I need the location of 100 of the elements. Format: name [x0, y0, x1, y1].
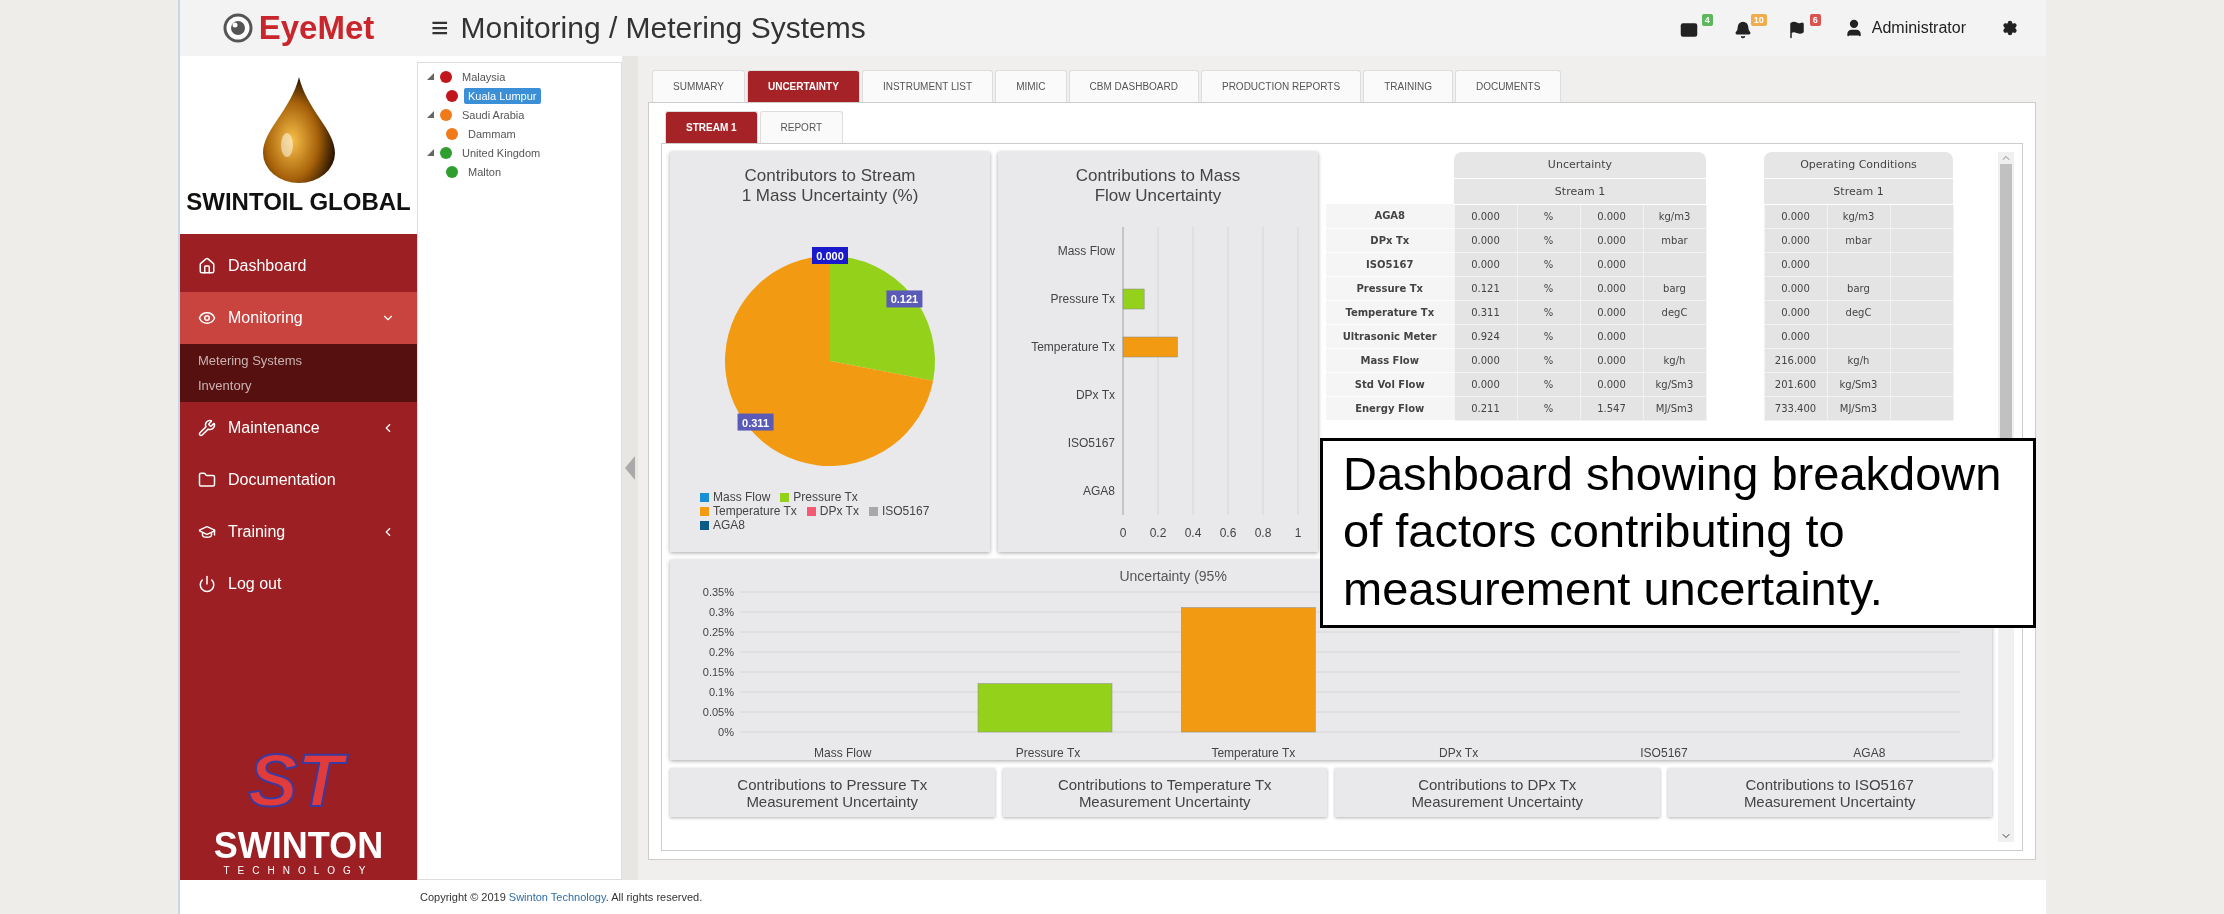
company-tagline: TECHNOLOGY: [223, 865, 374, 876]
data-label: 0.311: [742, 416, 770, 429]
flag-icon: [1787, 21, 1806, 39]
expanded-triangle-icon[interactable]: [426, 111, 434, 118]
tab[interactable]: SUMMARY: [652, 70, 745, 102]
table-cell: 0.924: [1454, 324, 1517, 348]
row-header: Std Vol Flow: [1326, 372, 1454, 396]
submenu-item[interactable]: Metering Systems: [180, 348, 417, 373]
category-label: ISO5167: [1067, 436, 1115, 451]
chart-title: Uncertainty (95%: [1118, 568, 1228, 584]
expanded-triangle-icon[interactable]: [426, 149, 434, 156]
app-logo: EyeMet: [258, 9, 375, 47]
nav-item[interactable]: Monitoring: [180, 292, 417, 344]
category-label: DPx Tx: [1438, 746, 1480, 760]
category-label: ISO5167: [1639, 746, 1689, 760]
expanded-triangle-icon[interactable]: [426, 73, 434, 80]
legend-label[interactable]: ISO5167: [881, 504, 930, 518]
legend-label[interactable]: Temperature Tx: [713, 504, 797, 518]
table-cell: 0.000: [1454, 252, 1517, 276]
tab[interactable]: TRAINING: [1363, 70, 1453, 102]
company-link[interactable]: Swinton Technology: [508, 891, 606, 903]
tick-label: 0.2%: [708, 646, 734, 658]
wrench-icon: [198, 419, 216, 437]
table-cell: 0.000: [1764, 324, 1827, 348]
nav-item[interactable]: Maintenance: [180, 402, 417, 454]
table-cell: 0.000: [1764, 252, 1827, 276]
company-name: SWINTON: [213, 827, 384, 865]
tick-label: 0.1%: [708, 686, 734, 698]
table-cell: 0.000: [1454, 204, 1517, 228]
category-label: AGA8: [1083, 484, 1115, 499]
row-header: Ultrasonic Meter: [1326, 324, 1454, 348]
tab[interactable]: UNCERTAINTY: [746, 70, 860, 102]
tree-node[interactable]: Dammam: [464, 125, 520, 142]
company-logo-mark: ST: [238, 737, 359, 828]
table-cell: 0.000: [1764, 204, 1827, 228]
tick-label: 0: [1119, 526, 1127, 541]
row-header: DPx Tx: [1326, 228, 1454, 252]
settings-button[interactable]: [2000, 18, 2020, 38]
nav-item[interactable]: Log out: [180, 558, 417, 610]
tab[interactable]: INSTRUMENT LIST: [861, 70, 994, 102]
chart-title: Contributors to Stream 1 Mass Uncertainty (%): [740, 166, 920, 206]
tree-node[interactable]: Saudi Arabia: [458, 106, 529, 123]
category-label: Temperature Tx: [1210, 746, 1297, 760]
tab[interactable]: PRODUCTION REPORTS: [1200, 70, 1362, 102]
tree-node[interactable]: Malton: [464, 163, 506, 180]
count-badge: 6: [1809, 14, 1821, 26]
tree-node[interactable]: United Kingdom: [458, 144, 545, 161]
count-badge: 4: [1701, 14, 1713, 26]
tick-label: 1: [1294, 526, 1302, 541]
row-header: Mass Flow: [1326, 348, 1454, 372]
annotation-tooltip: Dashboard showing breakdown of factors contributing to measurement uncertainty.: [1320, 438, 2036, 628]
legend-label[interactable]: Pressure Tx: [793, 490, 858, 504]
power-icon: [198, 575, 216, 593]
row-header: Pressure Tx: [1326, 276, 1454, 300]
nav-item[interactable]: Training: [180, 506, 417, 558]
menu-toggle[interactable]: ≡: [431, 11, 449, 45]
tab[interactable]: REPORT: [759, 111, 844, 143]
table-cell: 0.311: [1454, 300, 1517, 324]
category-label: DPx Tx: [1075, 388, 1115, 403]
legend-label[interactable]: Mass Flow: [713, 490, 771, 504]
tick-label: 0.4: [1184, 526, 1202, 541]
table-cell: 0.000: [1454, 228, 1517, 252]
table-cell: 216.000: [1764, 348, 1827, 372]
table-cell: 0.000: [1764, 300, 1827, 324]
legend-label[interactable]: DPx Tx: [819, 504, 859, 518]
table-cell: 0.000: [1764, 228, 1827, 252]
tab[interactable]: STREAM 1: [665, 111, 758, 143]
tree-node[interactable]: Malaysia: [458, 68, 510, 85]
row-header: Temperature Tx: [1326, 300, 1454, 324]
category-label: Mass Flow: [1057, 244, 1115, 259]
tab[interactable]: MIMIC: [995, 70, 1067, 102]
eye-logo-icon: [222, 13, 253, 43]
flag-button[interactable]: 6: [1783, 13, 1822, 43]
table-header: Operating Conditions: [1764, 152, 1953, 178]
bar: [1122, 288, 1145, 310]
page-title: Monitoring / Metering Systems: [460, 11, 867, 45]
nav-item[interactable]: Documentation: [180, 454, 417, 506]
row-header: AGA8: [1326, 204, 1454, 228]
table-cell: 201.600: [1764, 372, 1827, 396]
tab[interactable]: DOCUMENTS: [1454, 70, 1562, 102]
legend-label[interactable]: AGA8: [713, 518, 745, 532]
category-label: Pressure Tx: [1050, 292, 1115, 307]
folder-icon: [198, 471, 216, 489]
tick-label: 0.2: [1149, 526, 1167, 541]
data-label: 0.121: [886, 290, 923, 308]
user-menu[interactable]: Administrator: [1837, 17, 1972, 39]
table-cell: 0.211: [1454, 396, 1517, 420]
table-cell: 0.000: [1454, 348, 1517, 372]
chart-title: Contributions to Mass Flow Uncertainty: [1074, 166, 1242, 206]
tick-label: 0%: [718, 726, 734, 738]
table-cell: 0.000: [1454, 372, 1517, 396]
submenu-item[interactable]: Inventory: [180, 373, 417, 398]
tick-label: 0.15%: [702, 666, 734, 678]
nav-item[interactable]: Dashboard: [180, 240, 417, 292]
brand-name: SWINTOIL GLOBAL: [186, 189, 411, 215]
tab[interactable]: CBM DASHBOARD: [1068, 70, 1199, 102]
table-header: Stream 1: [1764, 178, 1953, 204]
home-icon: [198, 257, 216, 275]
tick-label: 0.35%: [702, 586, 734, 598]
count-badge: 10: [1750, 14, 1767, 26]
